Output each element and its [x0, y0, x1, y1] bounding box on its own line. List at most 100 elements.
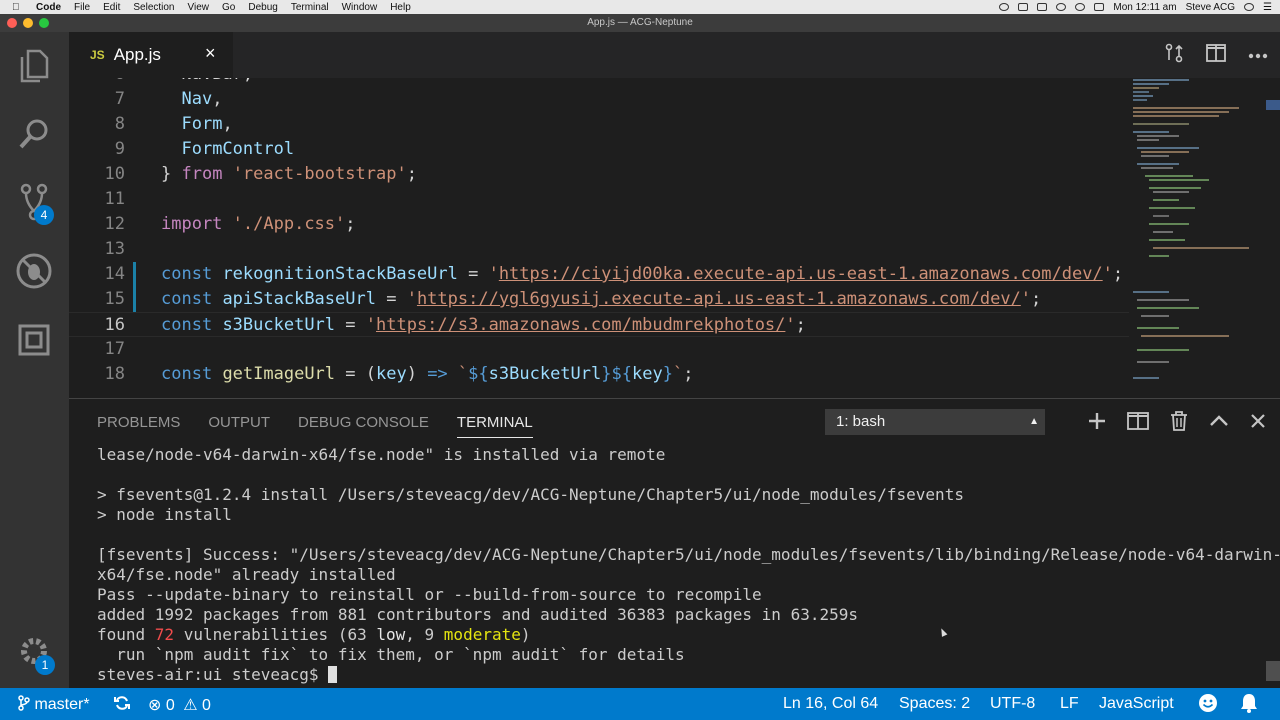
macos-menu-bar:  Code File Edit Selection View Go Debug… [0, 0, 1280, 14]
code-line[interactable]: 17 [69, 337, 1129, 362]
notification-center-icon[interactable]: ☰ [1263, 2, 1272, 13]
terminal-line: [fsevents] Success: "/Users/steveacg/dev… [97, 545, 1280, 564]
terminal-line: lease/node-v64-darwin-x64/fse.node" is i… [97, 445, 666, 464]
activity-bar: 4 1 [0, 32, 69, 688]
feedback-smiley-icon[interactable] [1198, 693, 1218, 718]
editor-tab-bar: JS App.js × [69, 32, 1280, 78]
maximize-panel-icon[interactable] [1209, 414, 1229, 432]
code-line[interactable]: 13 [69, 237, 1129, 262]
select-arrows-icon: ▲ [1029, 416, 1039, 427]
tab-app-js[interactable]: JS App.js × [69, 32, 233, 78]
minimap[interactable] [1129, 78, 1264, 398]
menu-terminal[interactable]: Terminal [291, 2, 329, 13]
debug-icon[interactable] [12, 249, 56, 293]
battery-icon[interactable] [1094, 3, 1105, 11]
menu-debug[interactable]: Debug [248, 2, 277, 13]
volume-icon[interactable] [1075, 3, 1086, 11]
terminal-prompt-line[interactable]: steves-air:ui steveacg$ [97, 665, 338, 685]
code-line[interactable]: 6 NavBar, [69, 78, 1129, 87]
modified-line-marker [133, 287, 136, 312]
terminal-cursor [328, 666, 338, 683]
menu-help[interactable]: Help [390, 2, 411, 13]
window-title: App.js — ACG-Neptune [587, 17, 693, 28]
terminal-scrollbar[interactable] [1266, 661, 1280, 681]
indentation[interactable]: Spaces: 2 [899, 695, 970, 713]
cursor-position[interactable]: Ln 16, Col 64 [783, 695, 878, 713]
status-icon-1[interactable] [999, 3, 1010, 11]
code-line[interactable]: 11 [69, 187, 1129, 212]
menu-window[interactable]: Window [342, 2, 378, 13]
wifi-icon[interactable] [1056, 3, 1067, 11]
branch-indicator[interactable]: master* [18, 695, 90, 714]
sync-icon[interactable] [114, 695, 130, 716]
status-bar: master* ⊗ 0 ⚠ 0 Ln 16, Col 64 Spaces: 2 … [0, 688, 1280, 720]
warning-count: 0 [202, 697, 211, 714]
file-encoding[interactable]: UTF-8 [990, 695, 1035, 713]
code-line[interactable]: 7 Nav, [69, 87, 1129, 112]
new-terminal-icon[interactable] [1088, 412, 1106, 435]
menubar-user[interactable]: Steve ACG [1186, 2, 1235, 13]
menu-view[interactable]: View [188, 2, 210, 13]
split-terminal-icon[interactable] [1127, 411, 1149, 435]
window-title-bar: App.js — ACG-Neptune [0, 14, 1280, 32]
split-editor-icon[interactable] [1206, 43, 1226, 67]
tab-terminal[interactable]: TERMINAL [456, 414, 533, 438]
code-line[interactable]: 10} from 'react-bootstrap'; [69, 162, 1129, 187]
editor-scrollbar[interactable] [1266, 100, 1280, 110]
settings-badge: 1 [35, 655, 55, 675]
code-line[interactable]: 14 const rekognitionStackBaseUrl = 'https… [69, 262, 1129, 287]
git-branch-icon [18, 695, 30, 711]
menubar-clock[interactable]: Mon 12:11 am [1113, 2, 1176, 13]
menu-app-code[interactable]: Code [36, 2, 61, 13]
javascript-file-icon: JS [90, 48, 105, 62]
search-icon[interactable] [12, 112, 56, 156]
open-changes-icon[interactable] [1164, 43, 1184, 68]
close-panel-icon[interactable] [1250, 413, 1266, 434]
bottom-panel: PROBLEMS OUTPUT DEBUG CONSOLE TERMINAL 1… [69, 398, 1280, 688]
code-line[interactable]: 12 import './App.css'; [69, 212, 1129, 237]
warning-icon: ⚠ [183, 697, 198, 714]
explorer-icon[interactable] [12, 44, 56, 88]
airplay-icon[interactable] [1037, 3, 1048, 11]
scm-badge: 4 [34, 205, 54, 225]
menu-go[interactable]: Go [222, 2, 235, 13]
code-editor[interactable]: 6 NavBar, 7 Nav, 8 Form, 9 FormControl 1… [69, 78, 1280, 398]
close-tab-icon[interactable]: × [205, 43, 216, 64]
code-line[interactable]: 18 const getImageUrl = (key) => `${s3Buck… [69, 362, 1129, 387]
menu-edit[interactable]: Edit [103, 2, 120, 13]
problems-indicator[interactable]: ⊗ 0 ⚠ 0 [148, 695, 211, 715]
language-mode[interactable]: JavaScript [1099, 695, 1174, 713]
terminal-line: Pass --update-binary to reinstall or --b… [97, 585, 762, 604]
tab-problems[interactable]: PROBLEMS [97, 414, 180, 438]
menu-selection[interactable]: Selection [133, 2, 174, 13]
more-actions-icon[interactable] [1248, 46, 1268, 64]
terminal-line: run `npm audit fix` to fix them, or `npm… [97, 645, 685, 664]
tab-debug-console[interactable]: DEBUG CONSOLE [298, 414, 429, 438]
code-line[interactable]: 9 FormControl [69, 137, 1129, 162]
extensions-icon[interactable] [12, 318, 56, 362]
kill-terminal-icon[interactable] [1170, 410, 1188, 436]
terminal-line: > node install [97, 505, 232, 524]
error-icon: ⊗ [148, 697, 162, 714]
tab-label: App.js [113, 45, 161, 64]
terminal-select-dropdown[interactable]: 1: bash ▲ [825, 409, 1045, 435]
terminal-prompt: steves-air:ui steveacg$ [97, 665, 329, 684]
terminal-line: > fsevents@1.2.4 install /Users/steveacg… [97, 485, 964, 504]
status-icon-2[interactable] [1018, 3, 1029, 11]
code-line[interactable]: 8 Form, [69, 112, 1129, 137]
branch-name: master* [34, 696, 90, 713]
notifications-bell-icon[interactable] [1240, 693, 1258, 718]
terminal-select-value: 1: bash [836, 413, 886, 430]
error-count: 0 [165, 697, 175, 714]
spotlight-icon[interactable] [1244, 3, 1255, 11]
modified-line-marker [133, 262, 136, 287]
terminal-line: found 72 vulnerabilities (63 low, 9 mode… [97, 625, 531, 644]
tab-output[interactable]: OUTPUT [208, 414, 270, 438]
menu-file[interactable]: File [74, 2, 90, 13]
end-of-line[interactable]: LF [1060, 695, 1079, 713]
current-code-line[interactable]: 16 const s3BucketUrl = 'https://s3.amazon… [69, 312, 1129, 337]
terminal-line: added 1992 packages from 881 contributor… [97, 605, 858, 624]
code-line[interactable]: 15 const apiStackBaseUrl = 'https://ygl6g… [69, 287, 1129, 312]
apple-icon[interactable]:  [12, 2, 26, 13]
terminal-line: x64/fse.node" already installed [97, 565, 396, 584]
